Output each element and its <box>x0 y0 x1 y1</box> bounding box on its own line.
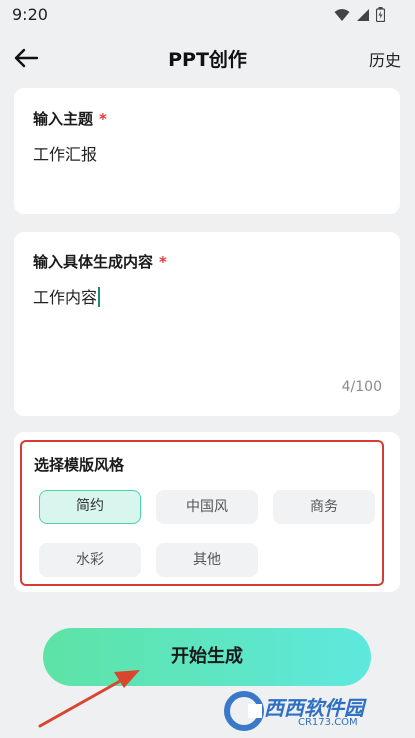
watermark-subtext: CR173.COM <box>298 717 358 728</box>
theme-label: 输入主题 * <box>33 108 107 129</box>
wifi-icon <box>334 8 350 21</box>
style-option-simple[interactable]: 简约 <box>39 490 141 524</box>
signal-icon <box>357 8 369 21</box>
theme-label-text: 输入主题 <box>33 110 94 128</box>
content-textarea[interactable]: 工作内容 <box>33 284 101 308</box>
theme-input[interactable]: 工作汇报 <box>33 141 97 165</box>
content-label-text: 输入具体生成内容 <box>33 253 154 271</box>
required-mark: * <box>99 110 107 128</box>
theme-input-value: 工作汇报 <box>33 145 98 164</box>
status-bar: 9:20 <box>0 0 415 30</box>
required-mark: * <box>159 253 167 271</box>
content-card: 输入具体生成内容 * 工作内容 4/100 <box>14 232 400 416</box>
text-caret <box>98 287 101 307</box>
theme-card: 输入主题 * 工作汇报 <box>14 88 400 214</box>
page-title: PPT创作 <box>168 49 247 71</box>
style-option-business[interactable]: 商务 <box>273 490 375 524</box>
watermark-logo: 西西软件园 CR173.COM <box>222 690 402 732</box>
style-label: 选择模版风格 <box>34 456 125 474</box>
app-bar: PPT创作 历史 <box>0 36 415 80</box>
style-option-chinese[interactable]: 中国风 <box>156 490 258 524</box>
style-option-watercolor[interactable]: 水彩 <box>39 543 141 577</box>
history-button[interactable]: 历史 <box>369 47 401 71</box>
char-counter: 4/100 <box>341 379 382 395</box>
style-selection-box: 选择模版风格 简约 中国风 商务 水彩 其他 <box>20 440 384 586</box>
status-time: 9:20 <box>12 5 48 24</box>
start-generate-button[interactable]: 开始生成 <box>43 628 371 686</box>
content-textarea-value: 工作内容 <box>33 288 98 307</box>
status-icons <box>334 7 385 22</box>
content-label: 输入具体生成内容 * <box>33 251 167 272</box>
battery-icon <box>376 7 385 22</box>
style-option-other[interactable]: 其他 <box>156 543 258 577</box>
